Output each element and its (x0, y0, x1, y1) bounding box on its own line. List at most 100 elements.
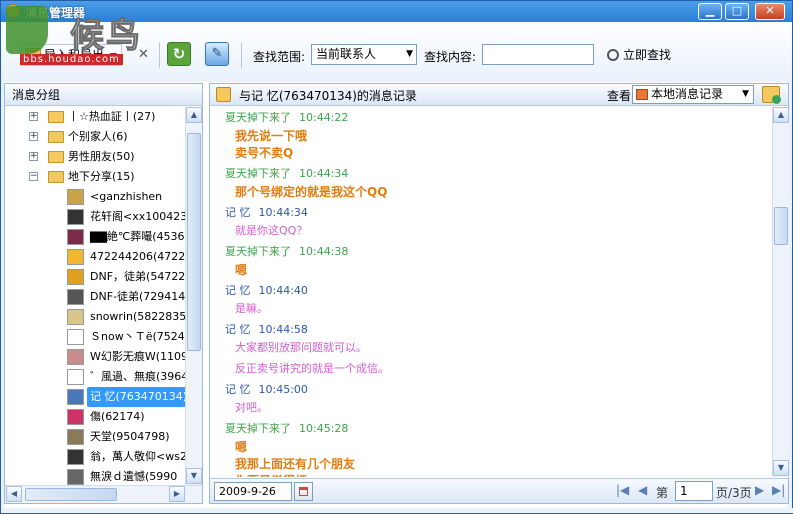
contact-label: 472244206(4722442 (90, 250, 185, 263)
scroll-thumb[interactable] (25, 488, 117, 501)
message-time: 10:44:40 (258, 284, 308, 297)
scroll-thumb[interactable] (774, 207, 788, 245)
group-item[interactable]: + 男性朋友(50) (5, 147, 185, 167)
expand-icon[interactable]: + (29, 112, 38, 121)
scroll-left-icon[interactable]: ◀ (6, 486, 22, 502)
scroll-up-icon[interactable]: ▲ (186, 107, 202, 123)
group-item[interactable]: − 地下分享(15) (5, 167, 185, 187)
page-number-value: 1 (680, 484, 688, 498)
message-text: 我先说一下哦 (235, 129, 308, 143)
message-time: 10:44:38 (299, 245, 349, 258)
scroll-down-icon[interactable]: ▼ (186, 468, 202, 484)
contact-item[interactable]: DNF，徒弟(5472283 (5, 267, 185, 287)
view-value: 本地消息记录 (651, 87, 724, 101)
contact-label: <ganzhishen (90, 190, 163, 203)
first-page-icon[interactable]: |◀ (616, 483, 629, 497)
calendar-button[interactable] (294, 482, 313, 501)
message-header: 夏天掉下来了 10:44:38 (225, 243, 348, 259)
collapse-icon[interactable]: − (29, 172, 38, 181)
next-page-icon[interactable]: ▶ (755, 483, 764, 497)
contact-label: DNF-徒弟(72941456 (90, 290, 185, 303)
history-header: 与记 忆(763470134)的消息记录 查看 本地消息记录 ▼ (210, 84, 788, 106)
search-scope-value: 当前联系人 (316, 47, 377, 61)
message-header: 记 忆 10:44:34 (225, 204, 308, 220)
scroll-up-icon[interactable]: ▲ (773, 107, 789, 123)
contact-item[interactable]: 记 忆(763470134) (5, 387, 185, 407)
watermark-shape (6, 6, 48, 54)
message-header: 记 忆 10:45:00 (225, 381, 308, 397)
groups-header: 消息分组 (5, 84, 202, 106)
chevron-down-icon: ▼ (406, 49, 413, 59)
left-vertical-scrollbar[interactable]: ▲ ▼ (185, 107, 202, 485)
scroll-down-icon[interactable]: ▼ (773, 460, 789, 476)
contact-item[interactable]: 傷(62174) (5, 407, 185, 427)
message-time: 10:45:00 (258, 383, 308, 396)
watermark-url: bbs.houdao.com (20, 54, 123, 65)
contact-item[interactable]: Ｓnow丶Ｔё(752469 (5, 327, 185, 347)
search-scope-select[interactable]: 当前联系人 ▼ (311, 44, 417, 65)
contact-item[interactable]: 無淚ｄ遺憾(5990 (5, 467, 185, 485)
contact-item[interactable]: snowrin(582283520) (5, 307, 185, 327)
right-vertical-scrollbar[interactable]: ▲ ▼ (772, 107, 789, 477)
search-content-input[interactable] (482, 44, 594, 65)
message-header: 记 忆 10:44:58 (225, 321, 308, 337)
contact-item[interactable]: ゛風過、無痕(3964 (5, 367, 185, 387)
refresh-icon: ↻ (172, 45, 186, 63)
sender-name: 夏天掉下来了 (225, 422, 291, 435)
refresh-button[interactable]: ↻ (167, 42, 191, 66)
clear-history-button[interactable]: ✎ (205, 42, 229, 66)
last-page-icon[interactable]: ▶| (772, 483, 785, 497)
maximize-button[interactable]: □ (725, 3, 749, 20)
message-text: 是嘛。 (235, 302, 268, 315)
search-now-label: 立即查找 (623, 48, 672, 62)
view-select[interactable]: 本地消息记录 ▼ (632, 85, 754, 104)
contact-label: 记 忆(763470134) (87, 387, 185, 407)
message-text: 就是你这QQ？ (235, 224, 308, 237)
message-text: 对吧。 (235, 401, 268, 414)
minimize-button[interactable]: ▁ (698, 3, 722, 20)
avatar (67, 189, 84, 205)
avatar (67, 409, 84, 425)
view-label: 查看 (607, 89, 632, 103)
history-title: 与记 忆(763470134)的消息记录 (239, 89, 417, 103)
contact-item[interactable]: 翁，萬人敬仰<ws2 (5, 447, 185, 467)
page-number-input[interactable]: 1 (675, 481, 713, 501)
group-item[interactable]: + 丨☆热血証丨(27) (5, 107, 185, 127)
calendar-icon (299, 487, 308, 496)
expand-icon[interactable]: + (29, 152, 38, 161)
export-button[interactable] (762, 86, 781, 104)
message-text: 我那上面还有几个朋友 (235, 457, 356, 471)
search-icon (607, 49, 619, 61)
search-now-button[interactable]: 立即查找 (607, 46, 671, 63)
expand-icon[interactable]: + (29, 132, 38, 141)
contact-item[interactable]: ▇▇絶℃葬嘬(4536 (5, 227, 185, 247)
prev-page-icon[interactable]: ◀ (638, 483, 647, 497)
left-horizontal-scrollbar[interactable]: ◀ ▶ (5, 485, 202, 503)
contact-item[interactable]: <ganzhishen (5, 187, 185, 207)
contact-item[interactable]: W幻影无痕W(11098 (5, 347, 185, 367)
contact-label: 傷(62174) (90, 410, 145, 423)
contact-tree: + 丨☆热血証丨(27) + 个别家人(6) + 男性朋友(50) − 地下分享… (5, 107, 185, 485)
group-label: 个别家人(6) (68, 130, 128, 143)
contact-label: ▇▇絶℃葬嘬(4536 (90, 230, 185, 243)
message-time: 10:44:22 (299, 111, 349, 124)
date-field[interactable]: 2009-9-26 (214, 482, 292, 501)
scroll-thumb[interactable] (187, 133, 201, 351)
group-item[interactable]: + 个别家人(6) (5, 127, 185, 147)
contact-label: Ｓnow丶Ｔё(752469 (90, 330, 185, 343)
close-button[interactable]: ✕ (755, 3, 785, 20)
contact-item[interactable]: 472244206(4722442 (5, 247, 185, 267)
message-time: 10:44:58 (258, 323, 308, 336)
contact-item[interactable]: 花轩阁<xx100423 (5, 207, 185, 227)
contact-item[interactable]: DNF-徒弟(72941456 (5, 287, 185, 307)
sender-name: 记 忆 (225, 206, 251, 219)
message-time: 10:44:34 (299, 167, 349, 180)
scroll-right-icon[interactable]: ▶ (169, 486, 185, 502)
toolbar-divider (241, 42, 242, 68)
broom-icon: ✎ (211, 46, 223, 61)
group-label: 地下分享(15) (68, 170, 135, 183)
contact-label: 花轩阁<xx100423 (90, 210, 185, 223)
message-groups-panel: 消息分组 + 丨☆热血証丨(27) + 个别家人(6) + 男性朋友(50) −… (4, 83, 203, 504)
chevron-down-icon: ▼ (742, 89, 749, 99)
contact-item[interactable]: 天堂(9504798) (5, 427, 185, 447)
